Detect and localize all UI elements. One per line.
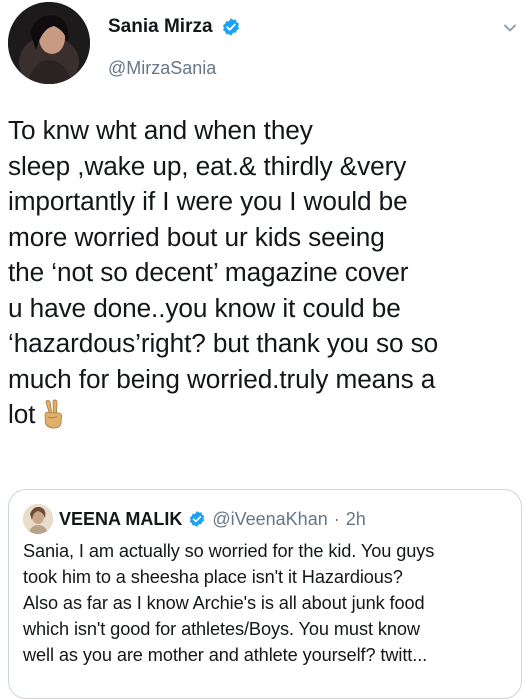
tweet-text: To knw wht and when they sleep ,wake up, … — [8, 113, 520, 433]
tweet-text-line: u have done..you know it could be — [8, 292, 401, 323]
quoted-author-handle[interactable]: @iVeenaKhan — [212, 509, 327, 530]
tweet: Sania Mirza @MirzaSania To knw wht and w… — [0, 0, 524, 699]
author-name[interactable]: Sania Mirza — [108, 16, 213, 38]
tweet-text-line: lot — [8, 399, 36, 429]
tweet-text-line: the ‘not so decent’ magazine cover — [8, 257, 409, 287]
tweet-text-line: ‘hazardous’right? but thank you so so — [8, 328, 439, 358]
victory-hand-emoji-icon — [39, 399, 67, 429]
quoted-text-line: Also as far as I know Archie's is all ab… — [23, 593, 425, 613]
quoted-tweet-header: VEENA MALIK @iVeenaKhan · 2h — [23, 504, 366, 534]
tweet-text-line: sleep ,wake up, eat.& thirdly &very — [8, 150, 407, 181]
quoted-text-line: well as you are mother and athlete yours… — [23, 645, 428, 665]
quoted-tweet-text: Sania, I am actually so worried for the … — [23, 538, 513, 668]
tweet-text-line-last: lot — [8, 397, 520, 433]
quoted-text-line: which isn't good for athletes/Boys. You … — [23, 619, 420, 639]
quoted-author-avatar[interactable] — [23, 504, 53, 534]
profile-photo — [8, 2, 90, 84]
verified-badge-icon — [188, 510, 206, 528]
author-name-row: Sania Mirza — [108, 16, 241, 38]
author-handle[interactable]: @MirzaSania — [108, 58, 216, 79]
separator-dot: · — [333, 508, 340, 529]
quoted-text-line: took him to a sheesha place isn't it Haz… — [23, 567, 403, 587]
tweet-text-line: more worried bout ur kids seeing — [8, 221, 385, 252]
tweet-text-line: importantly if I were you I would be — [8, 186, 408, 216]
verified-badge-icon — [221, 17, 241, 37]
tweet-text-line: To knw wht and when they — [8, 115, 313, 145]
tweet-text-line: much for being worried.truly means a — [8, 363, 436, 394]
chevron-down-icon[interactable] — [502, 20, 518, 36]
quoted-tweet[interactable]: VEENA MALIK @iVeenaKhan · 2h Sania, I am… — [8, 489, 522, 699]
quoted-text-line: Sania, I am actually so worried for the … — [23, 541, 435, 561]
author-avatar[interactable] — [8, 2, 90, 84]
quoted-tweet-time[interactable]: 2h — [346, 509, 366, 530]
quoted-author-name[interactable]: VEENA MALIK — [59, 509, 182, 530]
